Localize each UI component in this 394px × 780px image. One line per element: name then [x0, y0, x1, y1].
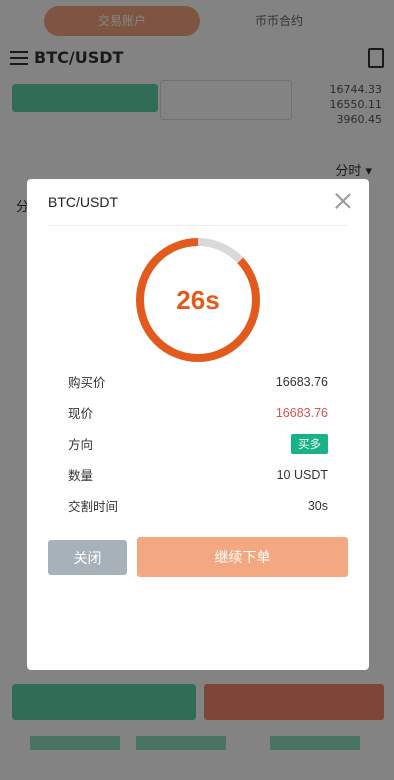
countdown-text: 26s — [176, 284, 220, 315]
row-quantity: 数量 10 USDT — [68, 459, 328, 490]
row-label: 交割时间 — [68, 500, 119, 514]
row-direction: 方向 买多 — [68, 428, 328, 459]
row-label: 方向 — [68, 438, 94, 452]
order-countdown-modal: BTC/USDT 26s 购买价 16683.76 现价 16683.76 方向… — [27, 179, 369, 670]
order-details: 购买价 16683.76 现价 16683.76 方向 买多 数量 10 USD… — [68, 366, 328, 521]
row-value: 10 USDT — [276, 467, 328, 482]
modal-title: BTC/USDT — [48, 194, 118, 210]
row-label: 购买价 — [68, 376, 106, 390]
row-label: 数量 — [68, 469, 94, 483]
direction-badge: 买多 — [291, 433, 328, 454]
row-current-price: 现价 16683.76 — [68, 397, 328, 428]
row-value: 30s — [307, 498, 328, 513]
row-value: 16683.76 — [275, 374, 328, 389]
continue-order-button[interactable]: 继续下单 — [137, 537, 348, 577]
row-delivery-time: 交割时间 30s — [68, 490, 328, 521]
divider — [48, 225, 348, 226]
row-buy-price: 购买价 16683.76 — [68, 366, 328, 397]
row-label: 现价 — [68, 407, 94, 421]
close-button[interactable]: 关闭 — [48, 540, 127, 575]
close-icon[interactable] — [335, 193, 351, 209]
row-value: 16683.76 — [275, 405, 328, 420]
